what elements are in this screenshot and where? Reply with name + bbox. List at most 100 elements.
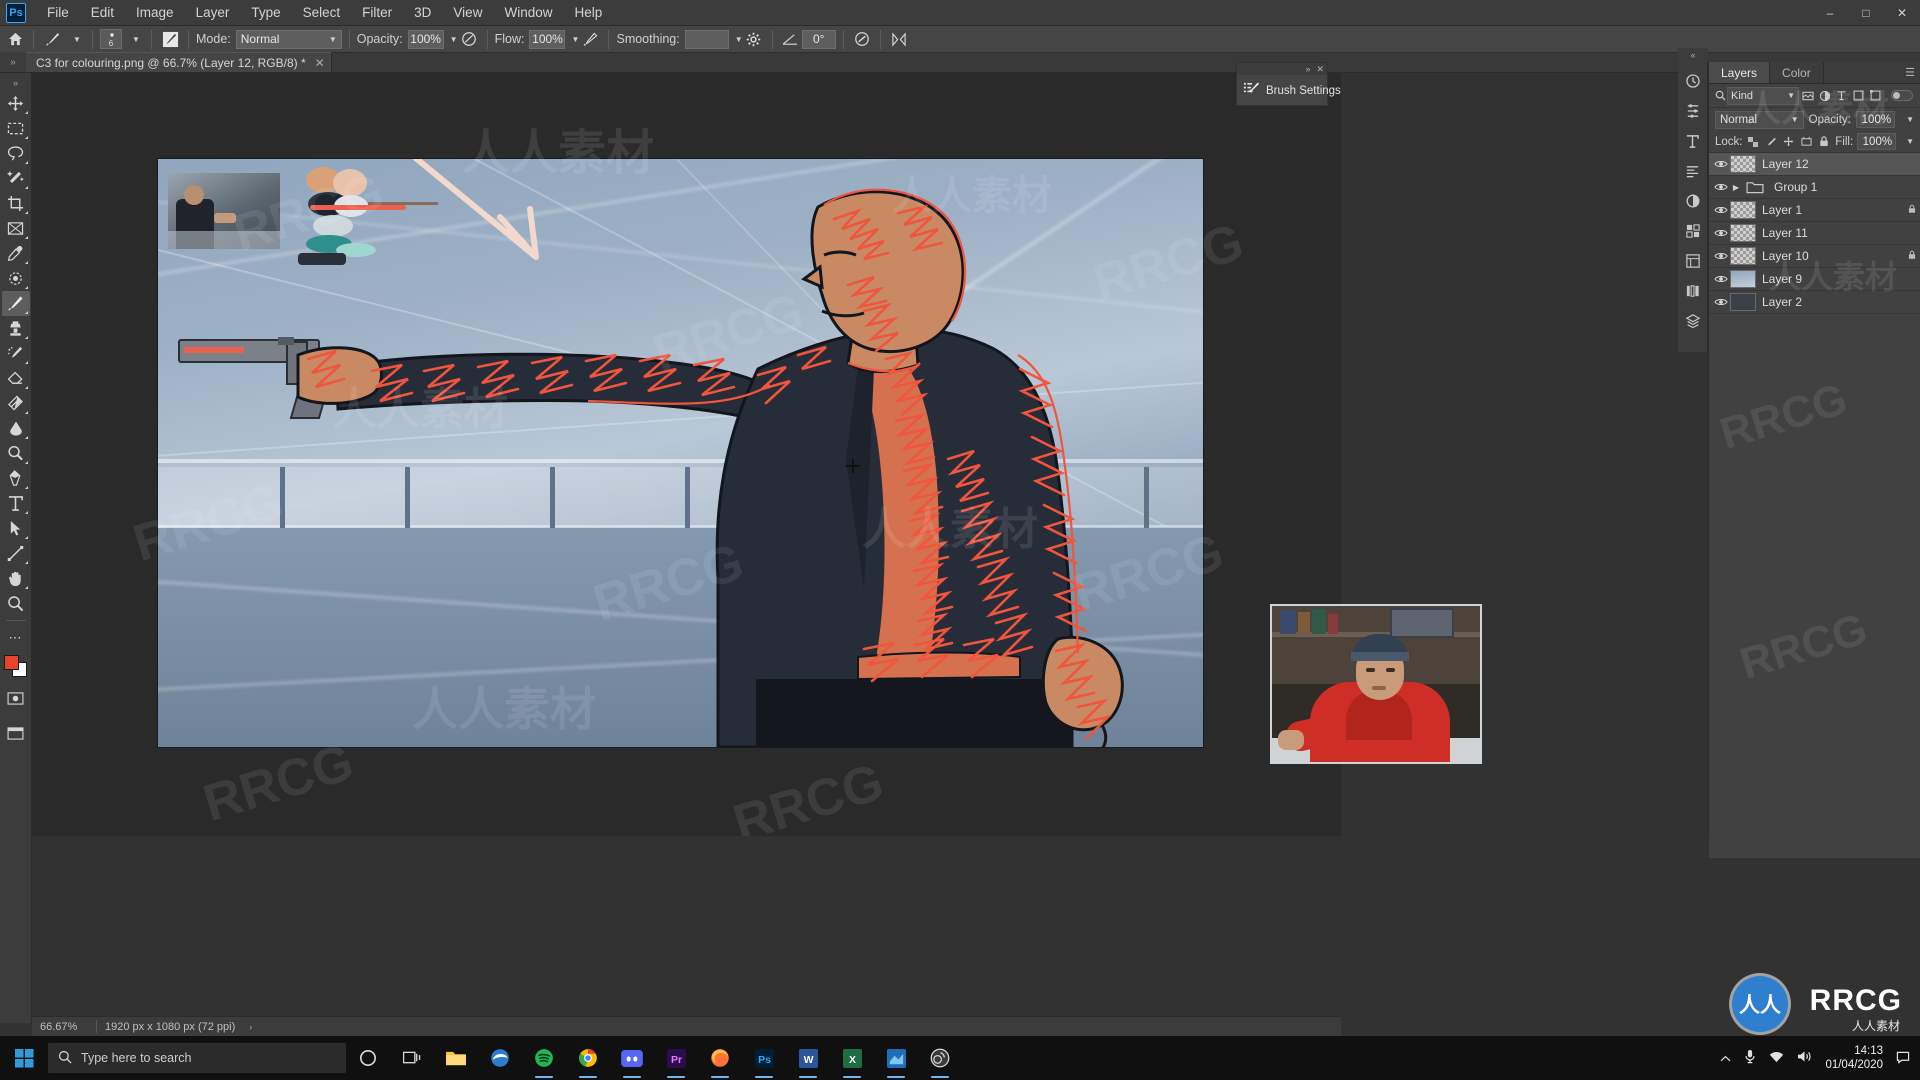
layer-visibility-toggle[interactable]	[1711, 176, 1730, 198]
menu-type[interactable]: Type	[240, 2, 291, 23]
paragraph-panel-icon[interactable]	[1680, 156, 1706, 186]
photoshop-icon[interactable]: Ps	[742, 1036, 786, 1080]
search-icon[interactable]	[1713, 90, 1727, 101]
pressure-size-icon[interactable]	[851, 29, 873, 50]
table-row[interactable]: Layer 1	[1709, 199, 1920, 222]
menu-image[interactable]: Image	[125, 2, 185, 23]
smoothing-dropdown[interactable]: ▼	[729, 29, 743, 50]
zoom-tool[interactable]	[2, 591, 30, 616]
angle-input[interactable]: 0°	[801, 29, 836, 49]
adjustments-panel-icon[interactable]	[1680, 96, 1706, 126]
layer-thumbnail[interactable]	[1730, 224, 1756, 242]
close-button[interactable]: ✕	[1884, 0, 1920, 26]
table-row[interactable]: Layer 9	[1709, 268, 1920, 291]
brush-panel-icon[interactable]	[159, 29, 181, 50]
clock[interactable]: 14:13 01/04/2020	[1825, 1044, 1883, 1072]
eraser-tool[interactable]	[2, 366, 30, 391]
network-icon[interactable]	[1769, 1051, 1784, 1066]
fill-value[interactable]: 100%	[1857, 133, 1897, 150]
chevron-right-icon[interactable]: ›	[249, 1022, 252, 1032]
hand-tool[interactable]	[2, 566, 30, 591]
google-chrome-icon[interactable]	[566, 1036, 610, 1080]
layer-thumbnail[interactable]	[1730, 293, 1756, 311]
file-explorer-icon[interactable]	[434, 1036, 478, 1080]
crop-tool[interactable]	[2, 191, 30, 216]
maximize-button[interactable]: □	[1848, 0, 1884, 26]
layer-name[interactable]: Layer 12	[1762, 157, 1904, 171]
dodge-tool[interactable]	[2, 441, 30, 466]
foreground-color-swatch[interactable]	[3, 655, 19, 670]
lock-image-pixels-icon[interactable]	[1764, 134, 1778, 150]
lock-all-icon[interactable]	[1818, 134, 1832, 150]
layer-name[interactable]: Group 1	[1774, 180, 1904, 194]
layer-thumbnail[interactable]	[1730, 270, 1756, 288]
flow-input[interactable]: 100%	[529, 29, 566, 49]
shape-filter-icon[interactable]	[1850, 87, 1867, 105]
menu-file[interactable]: File	[36, 2, 80, 23]
premiere-pro-icon[interactable]: Pr	[654, 1036, 698, 1080]
layer-opacity-value[interactable]: 100%	[1855, 111, 1896, 128]
properties-panel-icon[interactable]	[1680, 246, 1706, 276]
filter-toggle[interactable]	[1891, 90, 1913, 101]
layer-thumbnail[interactable]	[1730, 155, 1756, 173]
chevron-right-icon[interactable]: ▶	[1730, 183, 1742, 192]
table-row[interactable]: Layer 10	[1709, 245, 1920, 268]
artboard[interactable]	[158, 159, 1203, 747]
smart-object-filter-icon[interactable]	[1867, 87, 1884, 105]
volume-icon[interactable]	[1797, 1050, 1812, 1066]
close-icon[interactable]: ✕	[315, 56, 325, 70]
table-row[interactable]: Layer 11	[1709, 222, 1920, 245]
layer-visibility-toggle[interactable]	[1711, 153, 1730, 175]
type-filter-icon[interactable]	[1833, 87, 1850, 105]
tab-overflow-arrows[interactable]: »	[0, 52, 26, 72]
flow-dropdown[interactable]: ▼	[565, 29, 580, 50]
layers-panel-icon[interactable]	[1680, 306, 1706, 336]
minimize-button[interactable]: –	[1812, 0, 1848, 26]
toolbar-collapse-arrows[interactable]: »	[2, 75, 30, 91]
windows-start-icon[interactable]	[0, 1036, 48, 1080]
notification-icon[interactable]	[1896, 1050, 1910, 1067]
cortana-icon[interactable]	[346, 1036, 390, 1080]
layer-thumbnail[interactable]	[1730, 201, 1756, 219]
libraries-panel-icon[interactable]	[1680, 276, 1706, 306]
brush-settings-flyout[interactable]: » ✕ Brush Settings	[1236, 62, 1341, 106]
blur-tool[interactable]	[2, 416, 30, 441]
opacity-dropdown[interactable]: ▼	[444, 29, 458, 50]
discord-icon[interactable]	[610, 1036, 654, 1080]
opacity-input[interactable]: 100%	[407, 29, 444, 49]
word-icon[interactable]: W	[786, 1036, 830, 1080]
layer-name[interactable]: Layer 1	[1762, 203, 1904, 217]
history-panel-icon[interactable]	[1680, 66, 1706, 96]
powerpoint-icon[interactable]	[874, 1036, 918, 1080]
collapse-icon[interactable]: »	[1305, 64, 1310, 74]
brush-preset-dropdown[interactable]: ▼	[63, 29, 85, 50]
brush-settings-row[interactable]: Brush Settings	[1237, 75, 1341, 106]
rectangular-marquee-tool[interactable]	[2, 116, 30, 141]
magic-wand-tool[interactable]	[2, 166, 30, 191]
spotify-icon[interactable]	[522, 1036, 566, 1080]
layer-name[interactable]: Layer 11	[1762, 226, 1904, 240]
table-row[interactable]: ▶ Group 1	[1709, 176, 1920, 199]
blend-mode-select[interactable]: Normal ▼	[235, 29, 342, 49]
layer-visibility-toggle[interactable]	[1711, 245, 1730, 267]
screen-mode-icon[interactable]	[2, 721, 30, 746]
menu-view[interactable]: View	[442, 2, 493, 23]
table-row[interactable]: Layer 2	[1709, 291, 1920, 314]
character-panel-icon[interactable]	[1680, 126, 1706, 156]
task-view-icon[interactable]	[390, 1036, 434, 1080]
symmetry-icon[interactable]	[888, 29, 910, 50]
canvas-area[interactable]: RRCG RRCG RRCG RRCG RRCG RRCG RRCG RRCG …	[32, 73, 1341, 836]
smoothing-input[interactable]	[684, 29, 729, 49]
layer-name[interactable]: Layer 10	[1762, 249, 1904, 263]
excel-icon[interactable]: X	[830, 1036, 874, 1080]
microsoft-edge-icon[interactable]	[478, 1036, 522, 1080]
move-tool[interactable]	[2, 91, 30, 116]
lock-transparent-pixels-icon[interactable]	[1747, 134, 1761, 150]
adjustment-filter-icon[interactable]	[1816, 87, 1833, 105]
menu-window[interactable]: Window	[493, 2, 563, 23]
clone-stamp-tool[interactable]	[2, 316, 30, 341]
table-row[interactable]: Layer 12	[1709, 153, 1920, 176]
airbrush-icon[interactable]	[579, 29, 601, 50]
layer-visibility-toggle[interactable]	[1711, 268, 1730, 290]
search-input[interactable]: Type here to search	[48, 1043, 346, 1073]
